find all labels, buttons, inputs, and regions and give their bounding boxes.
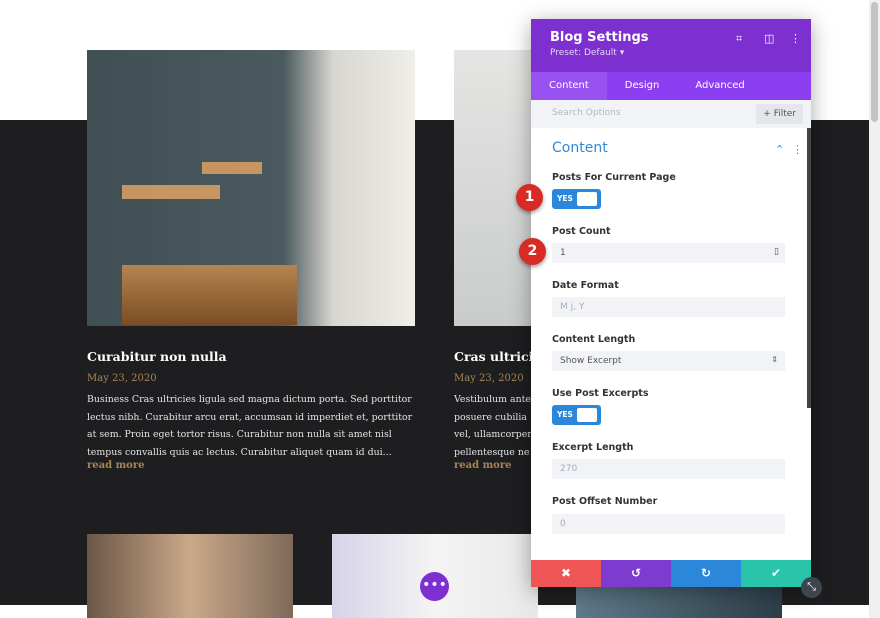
more-icon[interactable]: ⋮ <box>790 32 801 45</box>
redo-button[interactable]: ↻ <box>671 560 741 587</box>
content-length-select[interactable]: Show Excerpt ⇕ <box>552 351 785 371</box>
filter-button[interactable]: + Filter <box>756 104 803 124</box>
panel-header[interactable]: Blog Settings Preset: Default ▾ ⌗ ◫ ⋮ <box>531 19 811 72</box>
excerpt-length-input[interactable]: 270 <box>552 459 785 479</box>
split-view-icon[interactable]: ◫ <box>764 32 774 45</box>
page-scrollbar[interactable] <box>869 0 880 618</box>
post-title[interactable]: Cras ultricies <box>454 349 532 364</box>
panel-scrollbar[interactable] <box>807 128 811 408</box>
field-label: Excerpt Length <box>552 442 634 453</box>
post-image[interactable] <box>87 50 415 326</box>
search-options-input[interactable]: Search Options + Filter <box>531 100 811 128</box>
section-more-icon[interactable]: ⋮ <box>792 143 803 156</box>
posts-current-page-toggle[interactable]: YES <box>552 189 601 209</box>
step-badge: 1 <box>516 184 543 211</box>
select-value: Show Excerpt <box>560 356 622 366</box>
post-count-input[interactable]: 1 ▯ <box>552 243 785 263</box>
step-badge: 2 <box>519 238 546 265</box>
scrollbar-thumb[interactable] <box>871 2 878 122</box>
field-label: Date Format <box>552 280 619 291</box>
use-excerpts-toggle[interactable]: YES <box>552 405 601 425</box>
chevron-up-icon[interactable]: ⌃ <box>775 143 784 156</box>
tab-content[interactable]: Content <box>531 72 607 100</box>
panel-tabs: Content Design Advanced <box>531 72 811 100</box>
post-date: May 23, 2020 <box>87 373 157 384</box>
toggle-value: YES <box>557 194 573 203</box>
post-excerpt: Business Cras ultricies ligula sed magna… <box>87 394 413 458</box>
save-button[interactable]: ✔ <box>741 560 811 587</box>
tab-advanced[interactable]: Advanced <box>677 72 762 100</box>
focus-icon[interactable]: ⌗ <box>736 32 742 46</box>
post-image[interactable] <box>576 587 782 618</box>
post-image[interactable] <box>87 534 293 618</box>
search-placeholder: Search Options <box>552 108 621 118</box>
blog-settings-panel: Blog Settings Preset: Default ▾ ⌗ ◫ ⋮ Co… <box>531 19 811 587</box>
module-options-button[interactable]: ••• <box>420 572 449 601</box>
cancel-button[interactable]: ✖ <box>531 560 601 587</box>
panel-footer: ✖ ↺ ↻ ✔ <box>531 560 811 587</box>
input-value: 1 <box>560 248 566 258</box>
preset-dropdown[interactable]: Preset: Default ▾ <box>550 48 792 58</box>
field-label: Post Count <box>552 226 611 237</box>
read-more-link[interactable]: read more <box>454 460 511 471</box>
undo-button[interactable]: ↺ <box>601 560 671 587</box>
field-label: Posts For Current Page <box>552 172 676 183</box>
date-format-input[interactable]: M j, Y <box>552 297 785 317</box>
toggle-value: YES <box>557 410 573 419</box>
field-label: Content Length <box>552 334 636 345</box>
post-title[interactable]: Curabitur non nulla <box>87 349 227 364</box>
select-arrows-icon: ⇕ <box>771 355 778 364</box>
read-more-link[interactable]: read more <box>87 460 144 471</box>
resize-handle-icon[interactable]: ⤡ <box>801 577 822 598</box>
dynamic-content-icon[interactable]: ▯ <box>774 247 779 257</box>
field-label: Use Post Excerpts <box>552 388 649 399</box>
tab-design[interactable]: Design <box>607 72 678 100</box>
post-date: May 23, 2020 <box>454 373 524 384</box>
post-offset-input[interactable]: 0 <box>552 514 785 534</box>
section-title[interactable]: Content <box>552 140 608 156</box>
panel-title: Blog Settings <box>550 30 649 45</box>
post-excerpt: Vestibulum ante posuere cubilia vel, ull… <box>454 394 532 458</box>
field-label: Post Offset Number <box>552 496 658 507</box>
